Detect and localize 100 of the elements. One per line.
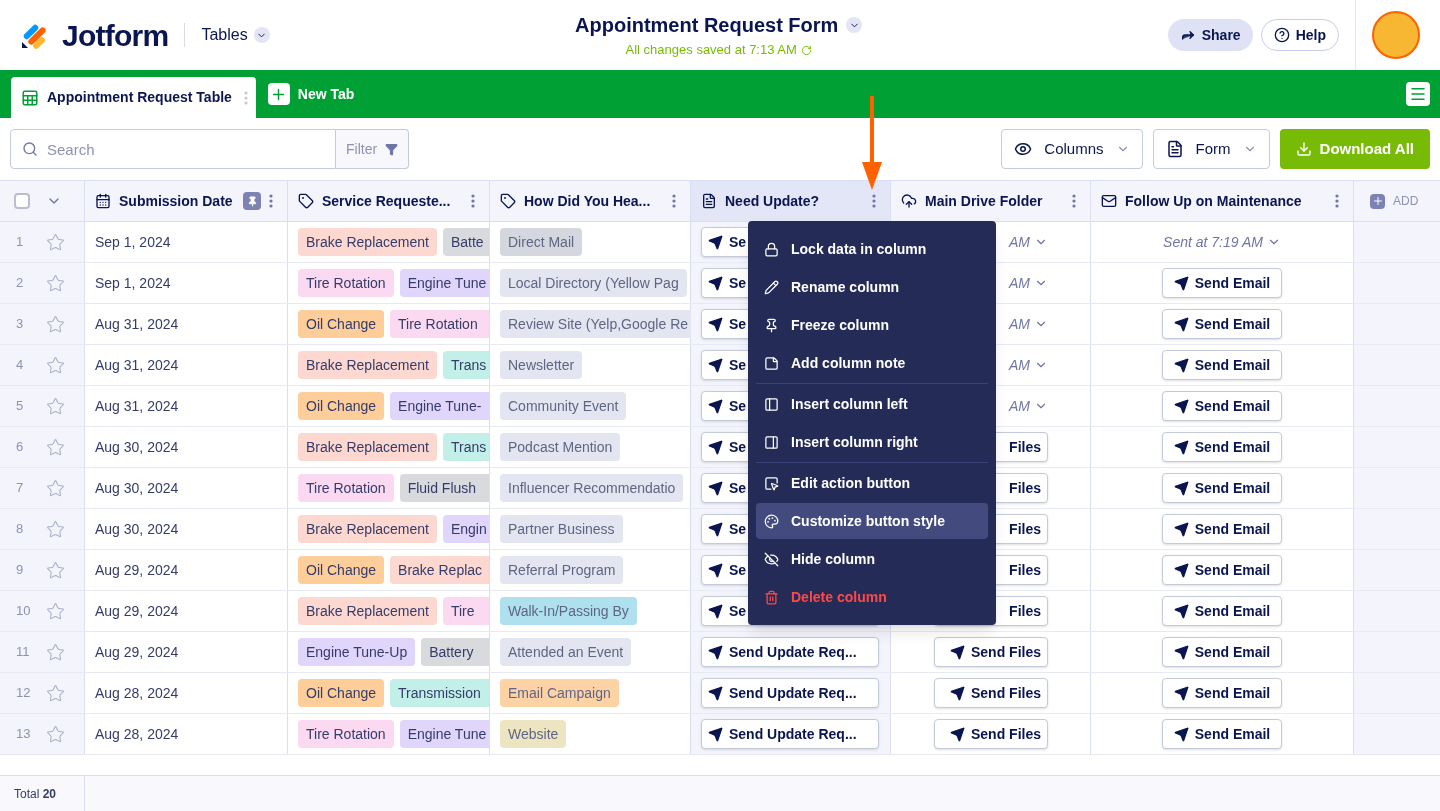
service-tag: Brake Replacement (298, 351, 437, 379)
send-button[interactable]: Send Email (1162, 719, 1282, 749)
column-header[interactable]: Need Update? (691, 181, 891, 221)
send-icon (708, 439, 723, 455)
form-button[interactable]: Form (1152, 129, 1270, 169)
send-button[interactable]: Send Files (934, 637, 1048, 667)
search-field[interactable]: Search (10, 129, 336, 169)
star-icon[interactable] (46, 478, 65, 498)
column-header[interactable]: Service Requeste... (288, 181, 490, 221)
send-button[interactable]: Send Email (1162, 391, 1282, 421)
send-icon (1173, 644, 1189, 660)
menu-item[interactable]: Add column note (756, 345, 988, 381)
send-button[interactable]: Send Email (1162, 514, 1282, 544)
service-tag: Engine Tune (399, 720, 489, 748)
send-button[interactable]: Send Email (1162, 678, 1282, 708)
service-tag: Oil Change (298, 392, 385, 420)
send-button[interactable]: Send Files (934, 719, 1048, 749)
more-icon[interactable] (269, 194, 273, 208)
source-tag: Email Campaign (500, 679, 619, 707)
send-icon (1173, 685, 1189, 701)
columns-button[interactable]: Columns (1001, 129, 1143, 169)
row-number: 13 (16, 725, 30, 744)
date-cell-text: Aug 28, 2024 (95, 683, 179, 703)
select-all-checkbox[interactable] (14, 193, 30, 209)
send-button[interactable]: Send Update Req... (701, 637, 879, 667)
plus-icon (1371, 195, 1384, 207)
source-tag: Direct Mail (500, 228, 583, 256)
send-icon (708, 521, 723, 537)
share-button[interactable]: Share (1167, 19, 1253, 51)
menu-item[interactable]: Delete column (756, 579, 988, 615)
star-icon[interactable] (46, 273, 65, 293)
sent-status: AM (1009, 355, 1030, 375)
send-button[interactable]: Send Email (1162, 350, 1282, 380)
menu-button[interactable] (1406, 82, 1430, 106)
row-number: 5 (16, 397, 25, 416)
send-icon (1173, 316, 1189, 332)
more-icon[interactable] (1335, 194, 1339, 208)
calendar-icon (95, 193, 111, 209)
menu-item[interactable]: Hide column (756, 541, 988, 577)
menu-item[interactable]: Rename column (756, 269, 988, 305)
star-icon[interactable] (46, 437, 65, 457)
send-button[interactable]: Send Email (1162, 268, 1282, 298)
send-button[interactable]: Send Email (1162, 596, 1282, 626)
send-button[interactable]: Send Update Req... (701, 678, 879, 708)
table-tab[interactable]: Appointment Request Table (11, 77, 256, 118)
column-header[interactable]: Follow Up on Maintenance (1091, 181, 1354, 221)
send-button[interactable]: Send Email (1162, 555, 1282, 585)
more-icon[interactable] (243, 90, 248, 105)
menu-item[interactable]: Freeze column (756, 307, 988, 343)
star-icon[interactable] (46, 724, 65, 744)
send-icon (949, 644, 965, 660)
star-icon[interactable] (46, 355, 65, 375)
menu-item[interactable]: Insert column left (756, 386, 988, 422)
service-tag: Oil Change (298, 679, 385, 707)
star-icon[interactable] (46, 519, 65, 539)
service-tag: Brake Replac (390, 556, 489, 584)
row-number: 8 (16, 520, 25, 539)
pin-icon (246, 195, 258, 207)
star-icon[interactable] (46, 683, 65, 703)
pin-icon (764, 317, 779, 333)
insert-right-icon (764, 434, 779, 450)
send-icon (1173, 603, 1189, 619)
star-icon[interactable] (46, 232, 65, 252)
pin-badge[interactable] (243, 192, 261, 210)
date-cell-text: Aug 30, 2024 (95, 437, 179, 457)
source-tag: Attended an Event (500, 638, 632, 666)
menu-item[interactable]: Insert column right (756, 424, 988, 460)
filter-icon (385, 142, 399, 156)
send-button[interactable]: Send Email (1162, 473, 1282, 503)
menu-item[interactable]: Edit action button (756, 465, 988, 501)
insert-left-icon (764, 396, 779, 412)
menu-item[interactable]: Lock data in column (756, 231, 988, 267)
more-icon[interactable] (672, 194, 676, 208)
send-icon (708, 603, 723, 619)
service-tag: Brake Replacement (298, 515, 437, 543)
more-icon[interactable] (1072, 194, 1076, 208)
more-icon[interactable] (872, 194, 876, 208)
tables-dropdown[interactable]: Tables (201, 23, 270, 47)
user-avatar[interactable] (1372, 11, 1420, 59)
star-icon[interactable] (46, 396, 65, 416)
menu-item[interactable]: Customize button style (756, 503, 988, 539)
send-icon (1173, 275, 1189, 291)
send-button[interactable]: Send Update Req... (701, 719, 879, 749)
date-cell-text: Aug 29, 2024 (95, 601, 179, 621)
more-icon[interactable] (471, 194, 475, 208)
star-icon[interactable] (46, 314, 65, 334)
send-button[interactable]: Send Email (1162, 309, 1282, 339)
source-tag: Walk-In/Passing By (500, 597, 637, 625)
service-tag: Oil Change (298, 310, 385, 338)
column-header[interactable]: Submission Date (85, 181, 288, 221)
star-icon[interactable] (46, 560, 65, 580)
send-icon (949, 685, 965, 701)
send-button[interactable]: Send Email (1162, 637, 1282, 667)
pointer-icon (764, 475, 779, 491)
star-icon[interactable] (46, 642, 65, 662)
send-button[interactable]: Send Files (934, 678, 1048, 708)
star-icon[interactable] (46, 601, 65, 621)
send-button[interactable]: Send Email (1162, 432, 1282, 462)
title-dropdown[interactable] (846, 17, 863, 34)
date-cell-text: Sep 1, 2024 (95, 273, 171, 293)
